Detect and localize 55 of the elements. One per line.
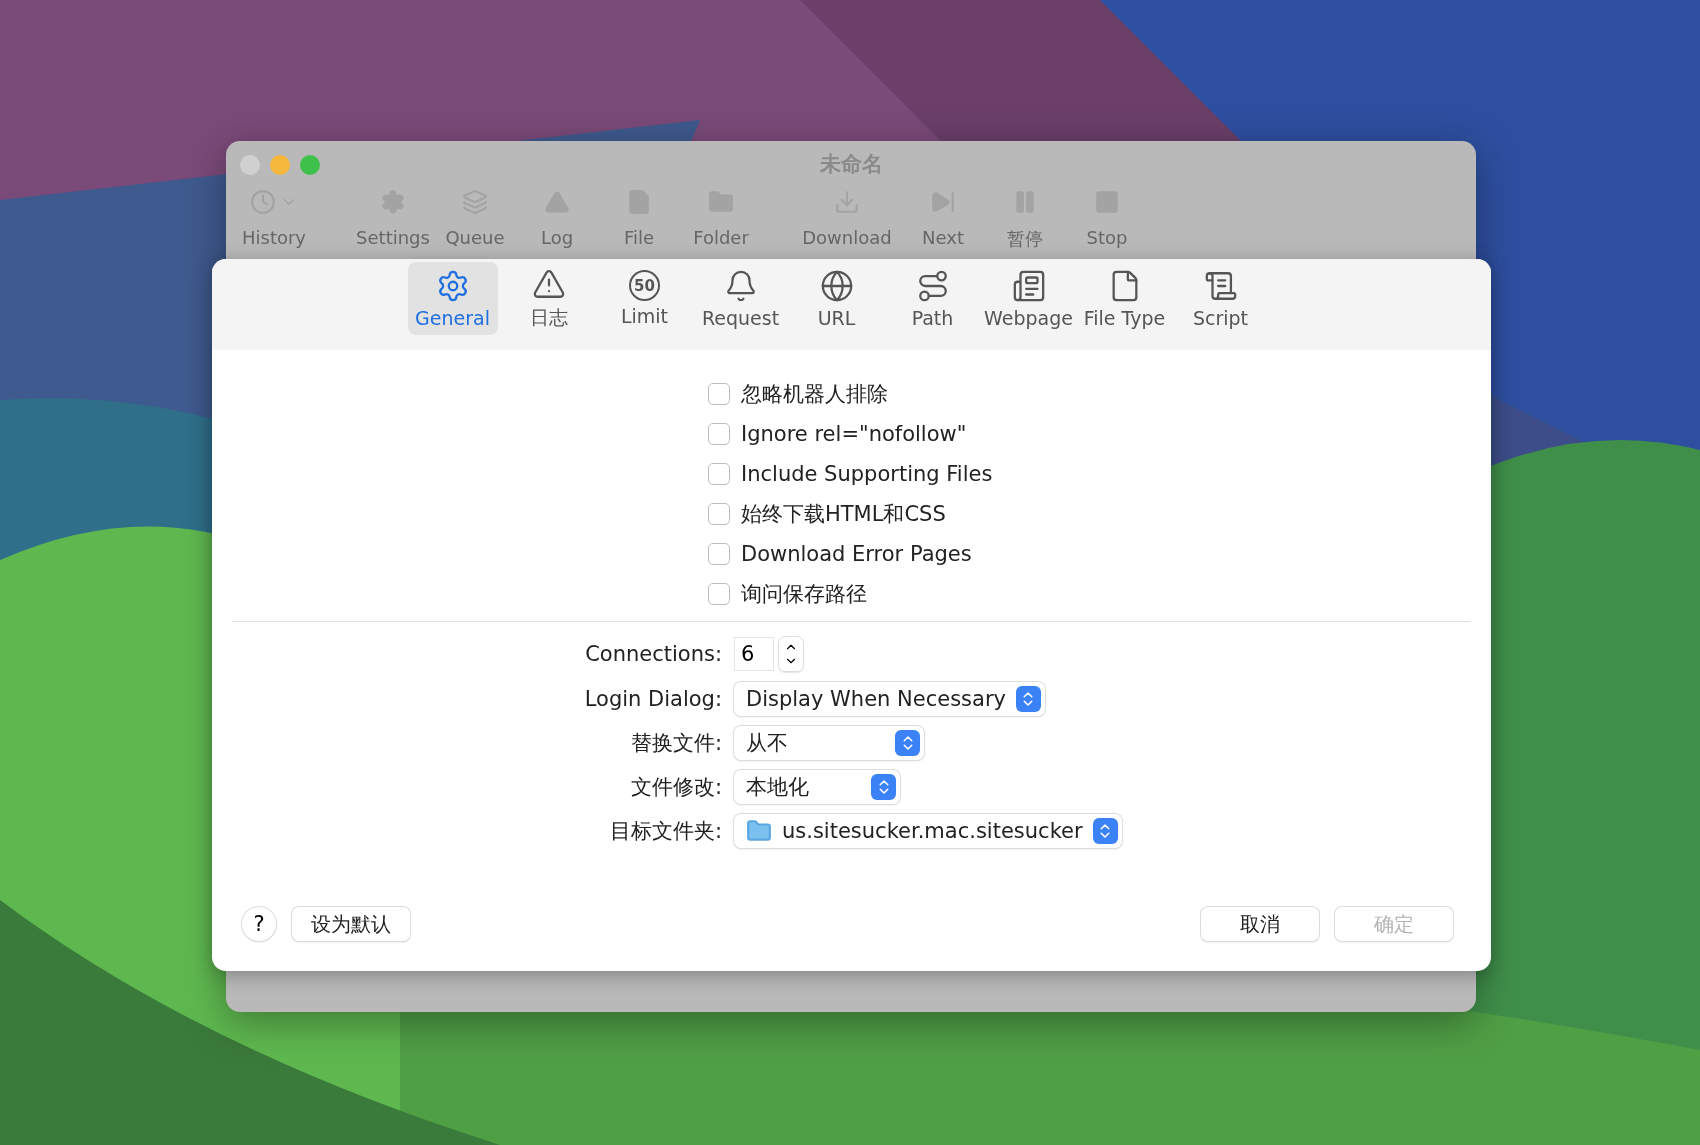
tab[interactable]: Path — [887, 262, 978, 335]
newspaper-icon — [1011, 268, 1046, 303]
tab[interactable]: General — [407, 262, 498, 335]
field-label: 文件修改: — [629, 774, 722, 801]
tab[interactable]: Request — [695, 262, 786, 335]
field-label: Login Dialog: — [583, 687, 722, 711]
toolbar-label: Settings — [356, 227, 430, 248]
zoom-button[interactable] — [300, 155, 320, 175]
tab[interactable]: URL — [791, 262, 882, 335]
checkbox-label: 忽略机器人排除 — [741, 380, 888, 408]
set-default-button[interactable]: 设为默认 — [292, 907, 410, 941]
popup-select[interactable]: 本地化 — [734, 770, 900, 804]
updown-icon — [895, 730, 920, 756]
stepper[interactable] — [778, 636, 804, 672]
popup-select[interactable]: Display When Necessary — [734, 682, 1045, 716]
checkbox[interactable] — [708, 502, 730, 525]
checkbox-label: 始终下载HTML和CSS — [741, 500, 946, 528]
checkbox-label: Include Supporting Files — [741, 461, 993, 486]
toolbar-label: Queue — [445, 227, 505, 248]
field-label: Connections: — [584, 642, 722, 666]
number-field[interactable]: 6 — [734, 637, 774, 671]
checkbox[interactable] — [708, 582, 730, 605]
updown-icon — [871, 774, 896, 800]
checkbox[interactable] — [708, 462, 730, 485]
tab[interactable]: File Type — [1079, 262, 1170, 335]
toolbar-label: Log — [540, 227, 574, 248]
tab[interactable]: Webpage — [983, 262, 1074, 335]
toolbar-label: Stop — [1086, 227, 1128, 248]
limit-badge-icon: 50 — [629, 270, 660, 301]
popup-select[interactable]: 从不 — [734, 726, 924, 760]
folder-icon — [746, 818, 772, 844]
tab[interactable]: 50 Limit — [599, 262, 690, 335]
toolbar-label: Download — [802, 227, 892, 248]
help-button[interactable]: ? — [242, 907, 276, 941]
toolbar-label: File — [623, 227, 655, 248]
cancel-button[interactable]: 取消 — [1201, 907, 1319, 941]
checkbox[interactable] — [708, 422, 730, 445]
updown-icon — [1015, 686, 1041, 712]
field-label: 目标文件夹: — [608, 818, 722, 845]
tab[interactable]: Script — [1175, 262, 1266, 335]
toolbar-label: 暂停 — [1007, 227, 1043, 251]
globe-icon — [819, 268, 854, 303]
checkbox[interactable] — [708, 382, 730, 405]
tab[interactable]: 日志 — [503, 262, 594, 335]
toolbar-label: History — [241, 227, 306, 248]
checkbox[interactable] — [708, 542, 730, 565]
toolbar-label: Folder — [693, 227, 749, 248]
updown-icon — [1092, 818, 1118, 844]
toolbar-label: Next — [922, 227, 964, 248]
checkbox-label: 询问保存路径 — [741, 580, 867, 608]
minimize-button[interactable] — [270, 155, 290, 175]
field-label: 替换文件: — [629, 730, 722, 757]
checkbox-label: Download Error Pages — [741, 541, 972, 566]
popup-select[interactable]: us.sitesucker.mac.sitesucker — [734, 814, 1122, 848]
checkbox-label: Ignore rel="nofollow" — [741, 421, 967, 446]
